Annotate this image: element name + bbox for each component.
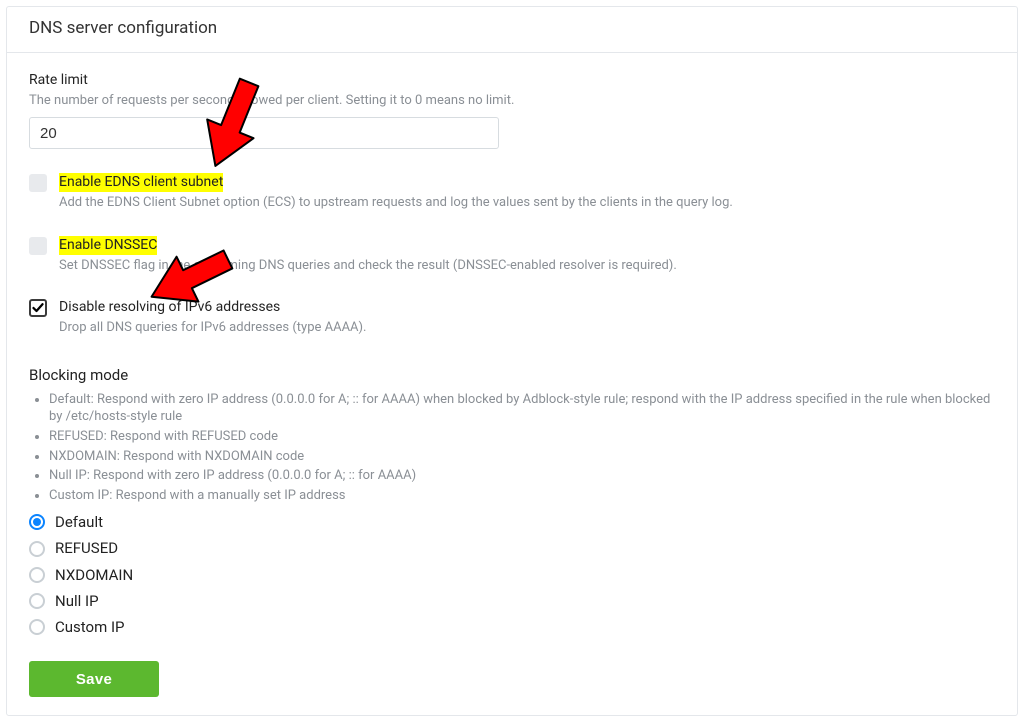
mode-nxdomain-row[interactable]: NXDOMAIN	[29, 565, 995, 585]
blocking-mode-bullets: Default: Respond with zero IP address (0…	[29, 391, 995, 504]
mode-customip-label: Custom IP	[55, 617, 125, 637]
save-button[interactable]: Save	[29, 661, 159, 697]
mode-default-label: Default	[55, 512, 103, 532]
ratelimit-desc: The number of requests per second allowe…	[29, 92, 995, 110]
check-icon	[32, 302, 44, 314]
ratelimit-input[interactable]	[29, 117, 499, 149]
dns-server-config-panel: DNS server configuration Rate limit The …	[6, 6, 1018, 716]
ratelimit-label: Rate limit	[29, 71, 995, 90]
mode-customip-row[interactable]: Custom IP	[29, 617, 995, 637]
mode-refused-row[interactable]: REFUSED	[29, 538, 995, 558]
mode-customip-radio[interactable]	[29, 619, 45, 635]
mode-refused-radio[interactable]	[29, 541, 45, 557]
edns-label[interactable]: Enable EDNS client subnet	[59, 173, 223, 192]
mode-nullip-row[interactable]: Null IP	[29, 591, 995, 611]
option-edns: Enable EDNS client subnet Add the EDNS C…	[29, 173, 995, 211]
dnssec-checkbox[interactable]	[29, 237, 47, 255]
bullet-nxdomain: NXDOMAIN: Respond with NXDOMAIN code	[49, 448, 995, 466]
mode-default-row[interactable]: Default	[29, 512, 995, 532]
edns-checkbox[interactable]	[29, 174, 47, 192]
option-dnssec: Enable DNSSEC Set DNSSEC flag in the out…	[29, 236, 995, 274]
mode-default-radio[interactable]	[29, 514, 45, 530]
dnssec-desc: Set DNSSEC flag in the outcoming DNS que…	[59, 257, 995, 275]
mode-nxdomain-radio[interactable]	[29, 567, 45, 583]
dnssec-label[interactable]: Enable DNSSEC	[59, 236, 157, 255]
blocking-mode-heading: Blocking mode	[29, 365, 995, 385]
bullet-customip: Custom IP: Respond with a manually set I…	[49, 487, 995, 505]
bullet-nullip: Null IP: Respond with zero IP address (0…	[49, 467, 995, 485]
mode-nullip-radio[interactable]	[29, 593, 45, 609]
mode-refused-label: REFUSED	[55, 538, 118, 558]
edns-desc: Add the EDNS Client Subnet option (ECS) …	[59, 194, 995, 212]
mode-nullip-label: Null IP	[55, 591, 99, 611]
disable-ipv6-label[interactable]: Disable resolving of IPv6 addresses	[59, 298, 280, 317]
disable-ipv6-desc: Drop all DNS queries for IPv6 addresses …	[59, 319, 995, 337]
bullet-default: Default: Respond with zero IP address (0…	[49, 391, 995, 426]
bullet-refused: REFUSED: Respond with REFUSED code	[49, 428, 995, 446]
panel-body: Rate limit The number of requests per se…	[7, 53, 1017, 716]
mode-nxdomain-label: NXDOMAIN	[55, 565, 133, 585]
option-disable-ipv6: Disable resolving of IPv6 addresses Drop…	[29, 298, 995, 336]
panel-title: DNS server configuration	[7, 7, 1017, 53]
disable-ipv6-checkbox[interactable]	[29, 299, 47, 317]
